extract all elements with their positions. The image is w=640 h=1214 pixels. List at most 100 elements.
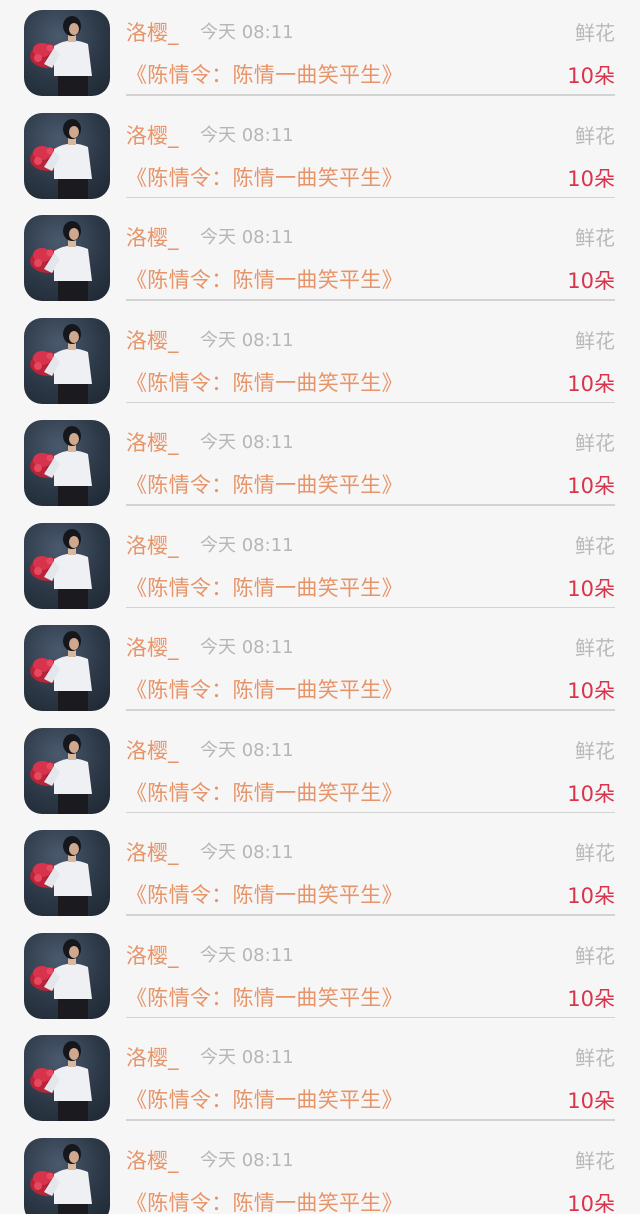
user-avatar[interactable]	[24, 522, 110, 609]
gift-record-row[interactable]: 洛樱_ 今天 08:11 鲜花 《陈情令：陈情一曲笑平生》 10朵	[0, 0, 640, 103]
gift-count: 10朵	[567, 371, 615, 396]
avatar-photo-icon	[30, 733, 92, 814]
row-divider	[126, 914, 615, 916]
drama-title[interactable]: 《陈情令：陈情一曲笑平生》	[126, 368, 403, 398]
row-divider	[126, 196, 615, 198]
timestamp: 今天 08:11	[200, 1047, 294, 1068]
avatar-photo-icon	[30, 631, 92, 711]
row-divider	[126, 1016, 615, 1018]
row-divider	[126, 811, 615, 813]
gift-type-label: 鲜花	[575, 1046, 615, 1070]
avatar-photo-icon	[30, 1143, 92, 1214]
username[interactable]: 洛樱_	[126, 532, 179, 560]
avatar-photo-icon	[30, 836, 92, 916]
user-avatar[interactable]	[24, 625, 110, 711]
user-avatar[interactable]	[24, 420, 110, 506]
user-avatar[interactable]	[24, 215, 110, 301]
timestamp: 今天 08:11	[200, 637, 294, 658]
username[interactable]: 洛樱_	[126, 737, 179, 765]
row-divider	[126, 1119, 615, 1121]
gift-count: 10朵	[567, 679, 615, 703]
gift-count: 10朵	[567, 1191, 615, 1214]
drama-title[interactable]: 《陈情令：陈情一曲笑平生》	[126, 60, 403, 90]
username[interactable]: 洛樱_	[126, 634, 179, 662]
gift-type-label: 鲜花	[575, 533, 615, 558]
username[interactable]: 洛樱_	[126, 839, 179, 867]
gift-type-label: 鲜花	[575, 636, 615, 660]
gift-record-row[interactable]: 洛樱_ 今天 08:11 鲜花 《陈情令：陈情一曲笑平生》 10朵	[0, 308, 640, 411]
row-divider	[126, 401, 615, 403]
gift-count: 10朵	[567, 781, 615, 806]
avatar-photo-icon	[30, 1041, 92, 1121]
gift-record-list[interactable]: 洛樱_ 今天 08:11 鲜花 《陈情令：陈情一曲笑平生》 10朵 洛樱_ 今天…	[0, 0, 640, 1214]
drama-title[interactable]: 《陈情令：陈情一曲笑平生》	[126, 983, 403, 1013]
timestamp: 今天 08:11	[200, 944, 294, 966]
user-avatar[interactable]	[24, 10, 110, 96]
user-avatar[interactable]	[24, 1137, 110, 1214]
user-avatar[interactable]	[24, 317, 110, 404]
timestamp: 今天 08:11	[200, 227, 294, 248]
user-avatar[interactable]	[24, 1035, 110, 1121]
gift-type-label: 鲜花	[575, 1148, 615, 1173]
drama-title[interactable]: 《陈情令：陈情一曲笑平生》	[126, 163, 403, 193]
gift-record-row[interactable]: 洛樱_ 今天 08:11 鲜花 《陈情令：陈情一曲笑平生》 10朵	[0, 205, 640, 308]
timestamp: 今天 08:11	[200, 432, 294, 453]
gift-record-row[interactable]: 洛樱_ 今天 08:11 鲜花 《陈情令：陈情一曲笑平生》 10朵	[0, 513, 640, 616]
user-avatar[interactable]	[24, 932, 110, 1019]
row-divider	[126, 606, 615, 608]
username[interactable]: 洛樱_	[126, 429, 179, 457]
gift-record-row[interactable]: 洛樱_ 今天 08:11 鲜花 《陈情令：陈情一曲笑平生》 10朵	[0, 923, 640, 1026]
row-divider	[126, 709, 615, 711]
drama-title[interactable]: 《陈情令：陈情一曲笑平生》	[126, 1085, 403, 1115]
gift-record-row[interactable]: 洛樱_ 今天 08:11 鲜花 《陈情令：陈情一曲笑平生》 10朵	[0, 410, 640, 513]
gift-record-row[interactable]: 洛樱_ 今天 08:11 鲜花 《陈情令：陈情一曲笑平生》 10朵	[0, 103, 640, 206]
gift-record-row[interactable]: 洛樱_ 今天 08:11 鲜花 《陈情令：陈情一曲笑平生》 10朵	[0, 820, 640, 923]
gift-type-label: 鲜花	[575, 841, 615, 865]
gift-count: 10朵	[567, 986, 615, 1011]
timestamp: 今天 08:11	[200, 842, 294, 863]
gift-type-label: 鲜花	[575, 123, 615, 148]
drama-title[interactable]: 《陈情令：陈情一曲笑平生》	[126, 470, 403, 500]
username[interactable]: 洛樱_	[126, 942, 179, 970]
gift-type-label: 鲜花	[575, 226, 615, 250]
gift-count: 10朵	[567, 1089, 615, 1113]
avatar-photo-icon	[30, 16, 92, 96]
drama-title[interactable]: 《陈情令：陈情一曲笑平生》	[126, 675, 403, 705]
gift-record-row[interactable]: 洛樱_ 今天 08:11 鲜花 《陈情令：陈情一曲笑平生》 10朵	[0, 718, 640, 821]
drama-title[interactable]: 《陈情令：陈情一曲笑平生》	[126, 573, 403, 603]
username[interactable]: 洛樱_	[126, 1044, 179, 1072]
avatar-photo-icon	[30, 528, 92, 609]
username[interactable]: 洛樱_	[126, 19, 179, 47]
gift-count: 10朵	[567, 474, 615, 498]
avatar-photo-icon	[30, 426, 92, 506]
avatar-photo-icon	[30, 118, 92, 199]
row-divider	[126, 504, 615, 506]
username[interactable]: 洛樱_	[126, 1147, 179, 1175]
gift-type-label: 鲜花	[575, 328, 615, 353]
gift-type-label: 鲜花	[575, 431, 615, 455]
drama-title[interactable]: 《陈情令：陈情一曲笑平生》	[126, 778, 403, 808]
gift-count: 10朵	[567, 64, 615, 88]
gift-count: 10朵	[567, 576, 615, 601]
gift-count: 10朵	[567, 269, 615, 293]
drama-title[interactable]: 《陈情令：陈情一曲笑平生》	[126, 880, 403, 910]
username[interactable]: 洛樱_	[126, 122, 179, 150]
gift-type-label: 鲜花	[575, 21, 615, 45]
user-avatar[interactable]	[24, 112, 110, 199]
timestamp: 今天 08:11	[200, 329, 294, 351]
gift-count: 10朵	[567, 166, 615, 191]
user-avatar[interactable]	[24, 727, 110, 814]
timestamp: 今天 08:11	[200, 22, 294, 43]
username[interactable]: 洛樱_	[126, 224, 179, 252]
drama-title[interactable]: 《陈情令：陈情一曲笑平生》	[126, 265, 403, 295]
gift-record-row[interactable]: 洛樱_ 今天 08:11 鲜花 《陈情令：陈情一曲笑平生》 10朵	[0, 615, 640, 718]
gift-record-row[interactable]: 洛樱_ 今天 08:11 鲜花 《陈情令：陈情一曲笑平生》 10朵	[0, 1025, 640, 1128]
timestamp: 今天 08:11	[200, 124, 294, 146]
username[interactable]: 洛樱_	[126, 327, 179, 355]
timestamp: 今天 08:11	[200, 1149, 294, 1171]
row-divider	[126, 94, 615, 96]
gift-type-label: 鲜花	[575, 738, 615, 763]
drama-title[interactable]: 《陈情令：陈情一曲笑平生》	[126, 1188, 403, 1214]
gift-record-row[interactable]: 洛樱_ 今天 08:11 鲜花 《陈情令：陈情一曲笑平生》 10朵	[0, 1128, 640, 1214]
user-avatar[interactable]	[24, 830, 110, 916]
